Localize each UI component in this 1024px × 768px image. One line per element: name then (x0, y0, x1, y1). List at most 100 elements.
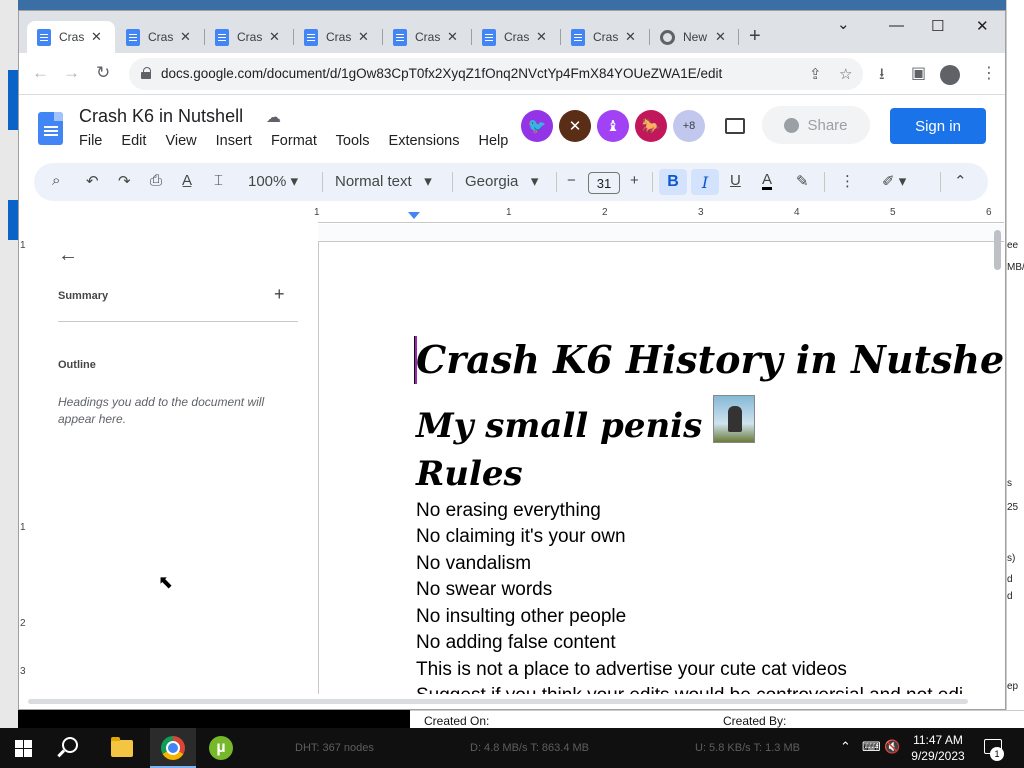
vertical-scrollbar[interactable] (994, 230, 1001, 270)
print-icon[interactable]: ⎙ (150, 172, 162, 189)
back-button[interactable]: ← (32, 63, 49, 83)
redo-icon[interactable]: ↷ (118, 172, 131, 190)
minimize-button[interactable]: — (889, 17, 904, 34)
zoom-select[interactable]: 100% ▾ (248, 172, 298, 190)
heading-rules[interactable]: Rules (416, 454, 523, 494)
tab-close-icon[interactable]: ✕ (625, 29, 636, 45)
comment-history-icon[interactable] (725, 118, 745, 134)
document-canvas[interactable]: Crash K6 History in Nutshell My small pe… (318, 224, 1004, 694)
increase-font-size-button[interactable]: + (630, 172, 639, 189)
horizontal-scrollbar[interactable] (28, 699, 968, 704)
italic-button[interactable]: I (691, 169, 719, 195)
collaborator-avatar[interactable]: 🐦 (521, 110, 553, 142)
collaborator-avatar[interactable]: 🐎 (635, 110, 667, 142)
menu-help[interactable]: Help (479, 133, 509, 149)
share-button[interactable]: Share (762, 106, 870, 144)
menu-file[interactable]: File (79, 133, 102, 149)
paragraph-style-select[interactable]: Normal text ▾ (335, 172, 432, 190)
tab-close-icon[interactable]: ✕ (715, 29, 726, 45)
menu-tools[interactable]: Tools (336, 133, 370, 149)
forward-button[interactable]: → (63, 63, 80, 83)
add-summary-button[interactable]: + (274, 284, 285, 305)
menu-view[interactable]: View (165, 133, 196, 149)
paint-format-icon[interactable]: ⌶ (214, 172, 223, 189)
menu-insert[interactable]: Insert (216, 133, 252, 149)
download-icon[interactable]: ⭳ (879, 63, 885, 90)
tab-close-icon[interactable]: ✕ (536, 29, 547, 45)
rule-line[interactable]: No insulting other people (416, 606, 626, 628)
show-hidden-icons-chevron-icon[interactable]: ⌃ (840, 739, 851, 755)
rule-line[interactable]: No erasing everything (416, 500, 601, 522)
tab-crash-3[interactable]: Crash ✕ (205, 21, 294, 53)
more-options-icon[interactable]: ⋮ (840, 172, 855, 190)
network-icon[interactable]: ⌨ (862, 739, 881, 755)
bookmark-star-icon[interactable]: ☆ (839, 65, 852, 83)
lock-icon[interactable] (141, 67, 151, 79)
more-collaborators-badge[interactable]: +8 (673, 110, 705, 142)
highlight-color-icon[interactable]: ✎ (796, 172, 809, 190)
tab-close-icon[interactable]: ✕ (180, 29, 191, 45)
embedded-image[interactable] (713, 395, 755, 443)
editing-mode-icon[interactable]: ✐ ▾ (882, 172, 906, 190)
search-icon[interactable] (62, 737, 78, 753)
close-window-button[interactable]: ✕ (976, 17, 989, 35)
utorrent-icon[interactable]: µ (209, 736, 233, 760)
close-outline-arrow-icon[interactable]: ← (58, 244, 78, 267)
reload-button[interactable]: ↻ (96, 63, 110, 83)
volume-muted-icon[interactable]: 🔇 (884, 739, 900, 755)
heading-title[interactable]: Crash K6 History in Nutshell (416, 337, 1004, 382)
tab-crash-6[interactable]: Crash ✕ (472, 21, 561, 53)
rule-line[interactable]: This is not a place to advertise your cu… (416, 659, 847, 681)
document-page[interactable]: Crash K6 History in Nutshell My small pe… (318, 241, 1004, 694)
rule-line[interactable]: No swear words (416, 579, 552, 601)
text-color-button[interactable]: A (762, 172, 773, 190)
underline-button[interactable]: U (730, 172, 741, 189)
rule-line[interactable]: Suggest if you think your edits would be… (416, 685, 963, 694)
system-clock[interactable]: 11:47 AM 9/29/2023 (906, 732, 970, 764)
sign-in-button[interactable]: Sign in (890, 108, 986, 144)
tab-crash-2[interactable]: Crash ✕ (116, 21, 205, 53)
font-size-input[interactable]: 31 (588, 172, 620, 194)
profile-avatar-icon[interactable] (940, 65, 960, 85)
tab-close-icon[interactable]: ✕ (91, 29, 102, 45)
tab-crash-5[interactable]: Crash ✕ (383, 21, 472, 53)
document-title[interactable]: Crash K6 in Nutshell (79, 106, 243, 127)
spellcheck-icon[interactable]: A̲ (182, 172, 192, 189)
rule-line[interactable]: No vandalism (416, 553, 531, 575)
tab-crash-1[interactable]: Crash ✕ (27, 21, 115, 53)
address-bar[interactable]: docs.google.com/document/d/1gOw83CpT0fx2… (129, 58, 863, 90)
menu-extensions[interactable]: Extensions (389, 133, 460, 149)
url-text[interactable]: docs.google.com/document/d/1gOw83CpT0fx2… (161, 66, 722, 81)
tab-new-tab[interactable]: New ✕ (650, 21, 739, 53)
maximize-button[interactable]: ☐ (931, 17, 944, 35)
share-page-icon[interactable]: ⇪ (809, 65, 822, 83)
decrease-font-size-button[interactable]: − (567, 172, 576, 189)
search-menus-icon[interactable]: ⌕ (52, 172, 60, 189)
new-tab-button[interactable]: + (749, 25, 761, 48)
tab-crash-7[interactable]: Crash ✕ (561, 21, 650, 53)
tab-close-icon[interactable]: ✕ (358, 29, 369, 45)
collaborator-avatar[interactable]: ♝ (597, 110, 629, 142)
collaborator-avatar[interactable]: ✕ (559, 110, 591, 142)
tab-search-icon[interactable]: ⌄ (837, 15, 850, 33)
rule-line[interactable]: No claiming it's your own (416, 526, 626, 548)
taskbar-chrome-button[interactable] (150, 728, 196, 768)
horizontal-ruler[interactable]: 1 1 2 3 4 5 6 (314, 207, 1004, 221)
file-explorer-icon[interactable] (111, 737, 133, 757)
menu-format[interactable]: Format (271, 133, 317, 149)
heading-subtitle[interactable]: My small penis (416, 406, 702, 446)
font-family-select[interactable]: Georgia ▾ (465, 172, 538, 190)
chrome-menu-icon[interactable]: ⋮ (981, 63, 997, 83)
tab-crash-4[interactable]: Crash ✕ (294, 21, 383, 53)
menu-edit[interactable]: Edit (121, 133, 146, 149)
side-panel-icon[interactable]: ▣ (911, 63, 926, 83)
rule-line[interactable]: No adding false content (416, 632, 616, 654)
undo-icon[interactable]: ↶ (86, 172, 99, 190)
tab-close-icon[interactable]: ✕ (269, 29, 280, 45)
tab-close-icon[interactable]: ✕ (447, 29, 458, 45)
google-docs-logo-icon[interactable] (38, 112, 63, 145)
windows-start-icon[interactable] (15, 740, 32, 757)
indent-marker[interactable] (408, 212, 420, 219)
bold-button[interactable]: B (659, 169, 687, 195)
hide-menus-chevron-up-icon[interactable]: ⌃ (954, 172, 967, 190)
